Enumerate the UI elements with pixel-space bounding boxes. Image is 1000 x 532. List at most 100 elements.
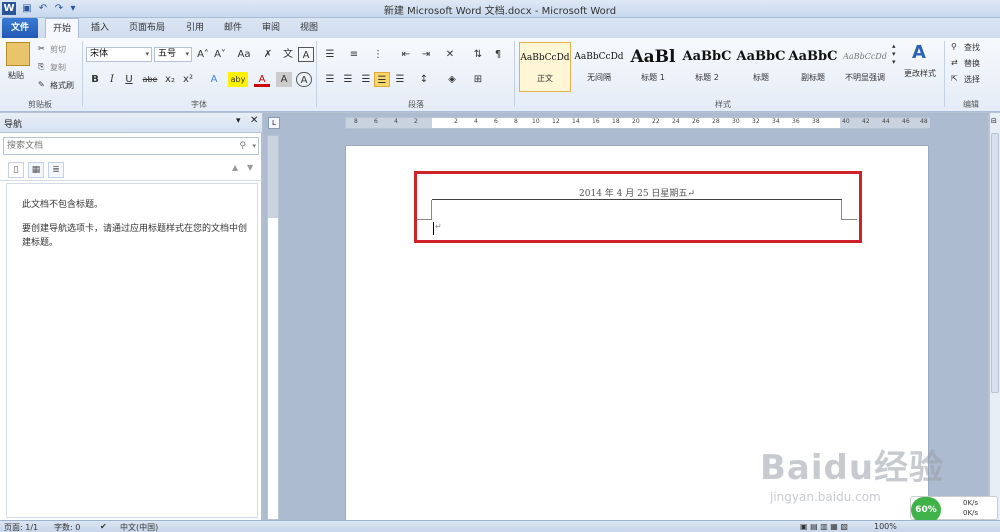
sort-icon[interactable]: ⇅ (470, 47, 486, 62)
styles-scroll-icon[interactable]: ▴ ▾ ▾ (892, 42, 896, 66)
status-words[interactable]: 字数: 0 (54, 522, 80, 532)
enclose-char-icon[interactable]: A (296, 72, 312, 87)
select-button[interactable]: 选择 (964, 74, 980, 85)
change-styles-icon[interactable]: A (912, 42, 926, 63)
nav-search-input[interactable]: 搜索文档 ⚲ ▾ (3, 137, 259, 155)
tab-home[interactable]: 开始 (45, 18, 79, 38)
tab-mailings[interactable]: 邮件 (218, 18, 248, 38)
align-center-icon[interactable]: ☰ (340, 72, 356, 87)
search-icon[interactable]: ⚲ (239, 138, 246, 154)
find-button[interactable]: 查找 (964, 42, 980, 53)
status-zoom[interactable]: 100% (874, 522, 897, 531)
increase-indent-icon[interactable]: ⇥ (418, 47, 434, 62)
next-icon[interactable]: ▼ (247, 163, 253, 172)
close-icon[interactable]: ✕ (250, 115, 258, 126)
ruler-mark: 14 (572, 118, 580, 125)
bold-icon[interactable]: B (87, 72, 103, 87)
network-speed-widget[interactable]: 60% 0K/s 0K/s (910, 496, 998, 523)
underline-icon[interactable]: U (121, 72, 137, 87)
font-size-combo[interactable]: 五号 ▾ (154, 47, 192, 62)
ruler-mark: 42 (862, 118, 870, 125)
clear-format-icon[interactable]: ✗ (260, 47, 276, 62)
vertical-scrollbar[interactable]: ⊟ (989, 113, 1000, 520)
style-normal[interactable]: AaBbCcDd 正文 (519, 42, 571, 92)
format-painter-icon[interactable]: ✎ (38, 80, 45, 89)
previous-icon[interactable]: ▲ (232, 163, 238, 172)
char-shading-icon[interactable]: A (276, 72, 292, 87)
show-marks-icon[interactable]: ¶ (490, 47, 506, 62)
strikethrough-icon[interactable]: abe (140, 72, 160, 87)
highlight-icon[interactable]: aby (228, 72, 248, 87)
bullets-icon[interactable]: ☰ (322, 47, 338, 62)
replace-button[interactable]: 替换 (964, 58, 980, 69)
justify-icon[interactable]: ☰ (374, 72, 390, 87)
view-buttons-icon[interactable]: ▣ ▤ ▥ ▦ ▧ (800, 522, 848, 531)
paste-icon[interactable] (6, 42, 30, 66)
style-subtitle[interactable]: AaBbC 副标题 (787, 42, 839, 92)
replace-icon[interactable]: ⇄ (951, 58, 958, 67)
decrease-indent-icon[interactable]: ⇤ (398, 47, 414, 62)
font-color-icon[interactable]: A (254, 72, 270, 87)
grow-font-icon[interactable]: A˄ (195, 47, 211, 62)
style-name: 标题 (753, 73, 769, 82)
shading-icon[interactable]: ◈ (444, 72, 460, 87)
format-painter-button[interactable]: 格式刷 (50, 80, 74, 91)
subscript-icon[interactable]: x₂ (162, 72, 178, 87)
results-view-icon[interactable]: ≣ (48, 162, 64, 178)
numbering-icon[interactable]: ≡ (346, 47, 362, 62)
ruler-mark: 24 (672, 118, 680, 125)
ruler-toggle-icon[interactable]: ⊟ (991, 117, 999, 125)
italic-icon[interactable]: I (104, 72, 120, 87)
find-icon[interactable]: ⚲ (951, 42, 957, 51)
select-icon[interactable]: ⇱ (951, 74, 958, 83)
shrink-font-icon[interactable]: A˅ (212, 47, 228, 62)
style-subtle-emphasis[interactable]: AaBbCcDd 不明显强调 (839, 42, 891, 92)
char-border-icon[interactable]: A (298, 47, 314, 62)
tab-page-layout[interactable]: 页面布局 (125, 18, 169, 38)
text-effects-icon[interactable]: A (206, 72, 222, 87)
proofing-icon[interactable]: ✔ (100, 522, 107, 531)
tab-insert[interactable]: 插入 (85, 18, 115, 38)
status-page[interactable]: 页面: 1/1 (4, 522, 38, 532)
copy-button[interactable]: 复制 (50, 62, 66, 73)
style-title[interactable]: AaBbC 标题 (735, 42, 787, 92)
font-name-combo[interactable]: 宋体 ▾ (86, 47, 152, 62)
distribute-icon[interactable]: ☰ (392, 72, 408, 87)
tab-review[interactable]: 审阅 (256, 18, 286, 38)
align-right-icon[interactable]: ☰ (358, 72, 374, 87)
chevron-down-icon[interactable]: ▾ (252, 138, 256, 154)
style-heading-1[interactable]: AaBl 标题 1 (627, 42, 679, 92)
upload-speed: 0K/s (963, 499, 979, 507)
change-case-icon[interactable]: Aa (234, 47, 254, 62)
highlight-annotation-box (414, 171, 862, 243)
superscript-icon[interactable]: x² (180, 72, 196, 87)
ruler-mark: 26 (692, 118, 700, 125)
line-spacing-icon[interactable]: ↕ (416, 72, 432, 87)
style-no-spacing[interactable]: AaBbCcDd 无间隔 (573, 42, 625, 92)
tab-file[interactable]: 文件 (2, 18, 38, 38)
ruler-mark: 4 (474, 118, 478, 125)
tab-view[interactable]: 视图 (294, 18, 324, 38)
chinese-layout-icon[interactable]: ✕ (442, 47, 458, 62)
status-language[interactable]: 中文(中国) (120, 522, 158, 532)
paste-button[interactable]: 粘贴 (8, 70, 24, 81)
borders-icon[interactable]: ⊞ (470, 72, 486, 87)
style-heading-2[interactable]: AaBbC 标题 2 (681, 42, 733, 92)
cut-button[interactable]: 剪切 (50, 44, 66, 55)
scrollbar-thumb[interactable] (991, 133, 999, 393)
vertical-ruler[interactable] (267, 135, 279, 520)
tab-selector-icon[interactable]: L (268, 117, 280, 129)
chevron-down-icon[interactable]: ▾ (236, 116, 241, 126)
multilevel-list-icon[interactable]: ⋮ (370, 47, 386, 62)
tab-references[interactable]: 引用 (180, 18, 210, 38)
phonetic-guide-icon[interactable]: 文 (280, 47, 296, 62)
horizontal-ruler[interactable]: 8 6 4 2 2 4 6 8 10 12 14 16 18 20 22 24 … (345, 117, 930, 129)
cut-icon[interactable]: ✂ (38, 44, 45, 53)
copy-icon[interactable]: ⎘ (38, 62, 44, 72)
change-styles-button[interactable]: 更改样式 (904, 68, 936, 79)
align-left-icon[interactable]: ☰ (322, 72, 338, 87)
ruler-mark: 38 (812, 118, 820, 125)
style-name: 无间隔 (587, 73, 611, 82)
headings-view-icon[interactable]: ▯ (8, 162, 24, 178)
pages-view-icon[interactable]: ▦ (28, 162, 44, 178)
